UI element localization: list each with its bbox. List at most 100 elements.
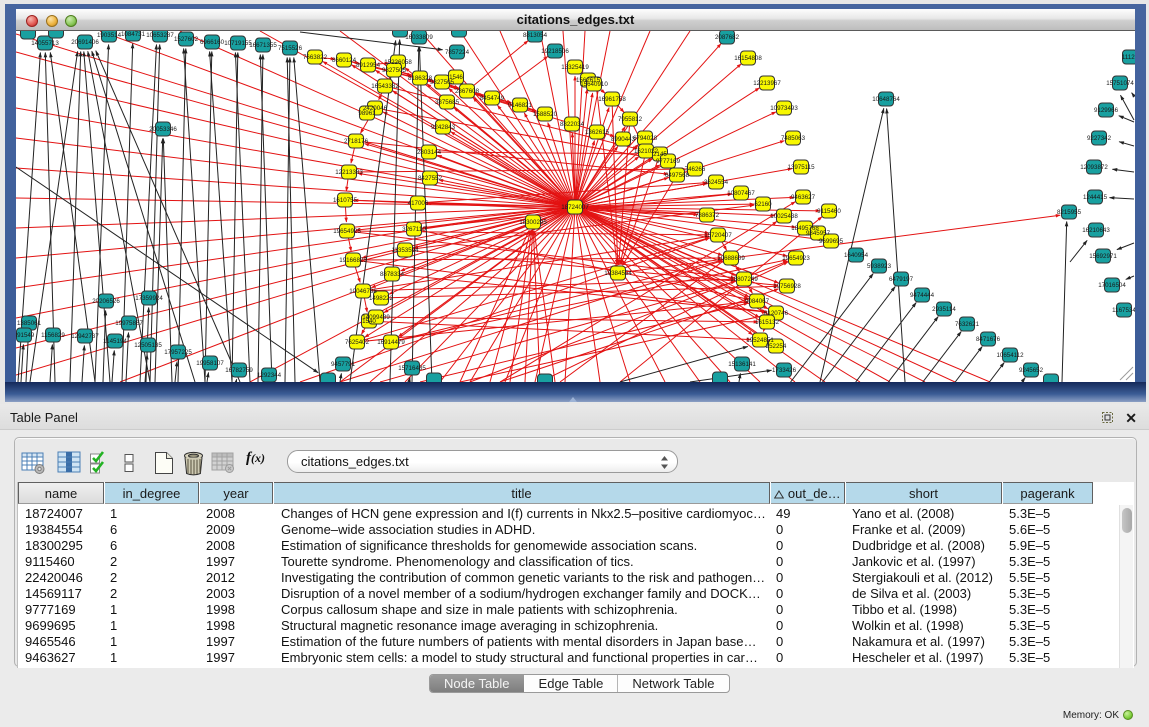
svg-text:10046786: 10046786: [349, 288, 377, 295]
svg-text:19218506: 19218506: [541, 48, 569, 55]
svg-text:12942737: 12942737: [71, 333, 99, 340]
svg-text:3624554: 3624554: [704, 179, 729, 186]
svg-text:19166825: 19166825: [339, 257, 367, 264]
svg-text:15226058: 15226058: [384, 59, 412, 66]
svg-text:9457791: 9457791: [331, 361, 356, 368]
svg-text:19756928: 19756928: [773, 283, 801, 290]
svg-text:19958107: 19958107: [196, 360, 224, 367]
svg-text:20691406: 20691406: [71, 39, 99, 46]
svg-text:8822034: 8822034: [560, 121, 585, 128]
svg-text:1084731: 1084731: [121, 31, 146, 38]
svg-text:1362615: 1362615: [585, 129, 610, 136]
svg-text:19384554: 19384554: [604, 270, 632, 277]
svg-text:9146821: 9146821: [508, 102, 533, 109]
svg-text:15640910: 15640910: [580, 81, 608, 88]
svg-text:1292344: 1292344: [257, 372, 282, 379]
svg-text:15720407: 15720407: [704, 232, 732, 239]
svg-text:20053346: 20053346: [149, 126, 177, 133]
svg-text:98961: 98961: [358, 110, 376, 117]
svg-text:746266: 746266: [685, 166, 706, 173]
svg-text:1156829: 1156829: [41, 332, 65, 339]
svg-text:18724007: 18724007: [561, 204, 589, 211]
svg-text:7625402: 7625402: [345, 339, 370, 346]
svg-text:1244415: 1244415: [1083, 194, 1108, 201]
svg-text:9463627: 9463627: [791, 194, 816, 201]
svg-text:16782759: 16782759: [225, 367, 253, 374]
svg-text:16154808: 16154808: [734, 55, 762, 62]
svg-text:3267110: 3267110: [402, 226, 426, 233]
svg-text:9474444: 9474444: [910, 292, 935, 299]
svg-text:9699695: 9699695: [819, 238, 844, 245]
svg-text:8912954: 8912954: [356, 62, 381, 69]
svg-text:7857224: 7857224: [445, 49, 470, 56]
svg-text:2935114: 2935114: [932, 306, 956, 313]
svg-text:1610755: 1610755: [333, 197, 358, 204]
svg-text:9115460: 9115460: [817, 208, 841, 215]
svg-text:2145: 2145: [653, 151, 667, 158]
svg-text:20206526: 20206526: [92, 298, 120, 305]
svg-text:12505135: 12505135: [134, 342, 162, 349]
svg-text:1145194: 1145194: [103, 338, 127, 345]
svg-text:8471676: 8471676: [976, 336, 1001, 343]
svg-text:8215955: 8215955: [1057, 209, 1082, 216]
svg-text:10719155: 10719155: [224, 40, 252, 47]
svg-text:10654112: 10654112: [996, 352, 1024, 359]
svg-text:7663822: 7663822: [303, 54, 328, 61]
svg-text:8427552: 8427552: [418, 175, 443, 182]
svg-text:8660124: 8660124: [332, 57, 357, 64]
svg-text:1640954: 1640954: [844, 252, 869, 259]
svg-text:16914479: 16914479: [377, 339, 405, 346]
svg-text:11353594: 11353594: [391, 247, 419, 254]
svg-text:2087682: 2087682: [715, 34, 740, 41]
svg-text:12213967: 12213967: [753, 80, 781, 87]
svg-text:9129966: 9129966: [1094, 107, 1119, 114]
svg-text:9245652: 9245652: [1019, 367, 1044, 374]
svg-text:1527602: 1527602: [174, 36, 199, 43]
svg-text:15692971: 15692971: [1089, 253, 1117, 260]
svg-text:8186328: 8186328: [408, 75, 433, 82]
svg-text:1498222: 1498222: [369, 295, 394, 302]
svg-text:10973493: 10973493: [770, 105, 798, 112]
svg-text:9242843: 9242843: [431, 124, 456, 131]
svg-text:9845957: 9845957: [806, 230, 831, 237]
svg-text:8454749: 8454749: [480, 95, 505, 102]
svg-text:10807467: 10807467: [727, 190, 755, 197]
svg-text:2867608: 2867608: [455, 88, 480, 95]
svg-text:10688609: 10688609: [717, 255, 745, 262]
svg-text:12213383: 12213383: [335, 169, 363, 176]
svg-text:7955812: 7955812: [618, 116, 643, 123]
svg-text:7485063: 7485063: [781, 135, 806, 142]
svg-text:8990443: 8990443: [611, 136, 636, 143]
svg-text:16543382: 16543382: [371, 83, 399, 90]
svg-text:7886372: 7886372: [695, 212, 720, 219]
svg-text:9777169: 9777169: [656, 158, 681, 165]
svg-text:62160: 62160: [754, 201, 772, 208]
svg-text:2718176: 2718176: [344, 138, 369, 145]
svg-text:1588520: 1588520: [533, 111, 558, 118]
svg-text:8878334: 8878334: [380, 271, 405, 278]
svg-text:19654923: 19654923: [782, 255, 810, 262]
svg-text:15136141: 15136141: [728, 361, 756, 368]
svg-text:1615132: 1615132: [755, 319, 780, 326]
svg-text:252254: 252254: [766, 343, 787, 350]
svg-text:17016504: 17016504: [1098, 282, 1126, 289]
svg-text:7515526: 7515526: [278, 45, 303, 52]
svg-text:5938923: 5938923: [867, 263, 892, 270]
svg-text:18807249: 18807249: [730, 276, 758, 283]
svg-text:10653287: 10653287: [146, 32, 174, 39]
svg-text:17359924: 17359924: [135, 295, 163, 302]
svg-text:1385061: 1385061: [17, 320, 42, 327]
svg-text:10025438: 10025438: [770, 213, 798, 220]
svg-text:1546: 1546: [449, 74, 463, 81]
svg-text:1903514: 1903514: [97, 32, 122, 39]
svg-text:9327505: 9327505: [382, 67, 407, 74]
svg-text:18300295: 18300295: [519, 219, 547, 226]
svg-text:2803144: 2803144: [417, 149, 442, 156]
svg-text:391549: 391549: [16, 332, 35, 339]
svg-text:15716485: 15716485: [398, 365, 426, 372]
svg-text:19975867: 19975867: [115, 320, 143, 327]
svg-text:1167534: 1167534: [1112, 307, 1135, 314]
svg-text:6120746: 6120746: [764, 310, 789, 317]
svg-text:6479197: 6479197: [889, 276, 914, 283]
svg-text:19654925: 19654925: [333, 228, 361, 235]
